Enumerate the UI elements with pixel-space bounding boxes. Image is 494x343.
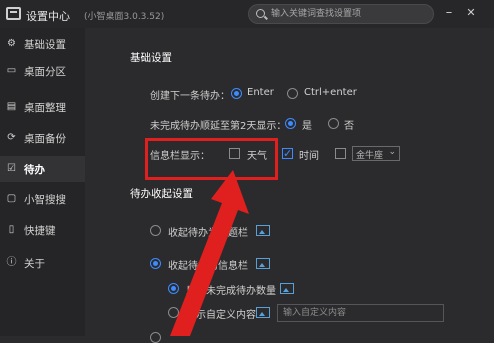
annotation-arrow <box>170 170 249 336</box>
arrow-shape <box>170 170 249 336</box>
